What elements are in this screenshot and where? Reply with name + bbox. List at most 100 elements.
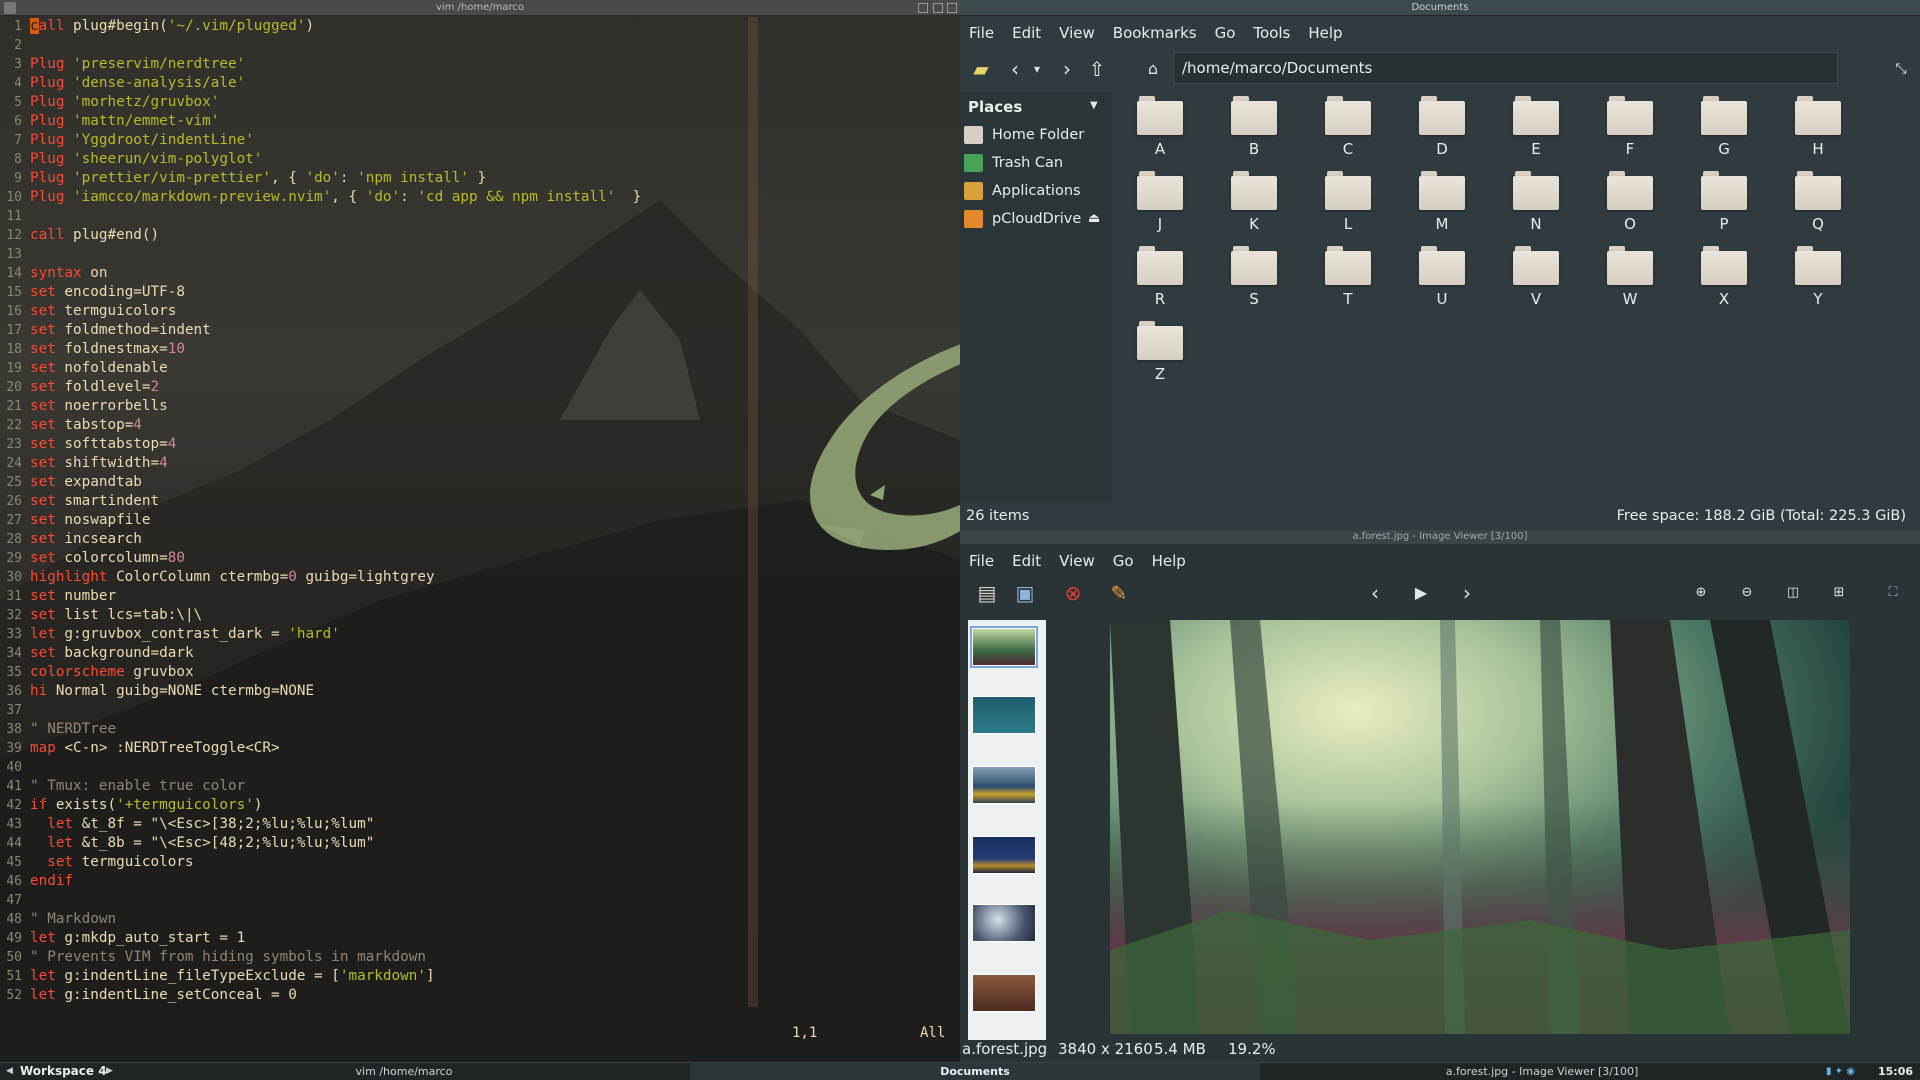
- folder-item[interactable]: V: [1501, 246, 1571, 318]
- folder-item[interactable]: O: [1595, 171, 1665, 243]
- clock[interactable]: 15:06: [1878, 1063, 1913, 1080]
- zoom-in-icon[interactable]: ⊕: [1688, 580, 1714, 606]
- line-text: Plug 'mattn/emmet-vim': [30, 113, 220, 129]
- menu-file[interactable]: File: [960, 20, 1003, 46]
- zoom-out-icon[interactable]: ⊖: [1734, 580, 1760, 606]
- forward-icon[interactable]: ›: [1054, 56, 1080, 82]
- new-folder-icon[interactable]: ▰: [968, 56, 994, 82]
- task-vim[interactable]: vim /home/marco: [124, 1063, 684, 1080]
- menu-help[interactable]: Help: [1143, 548, 1195, 574]
- places-header[interactable]: Places: [968, 98, 1022, 116]
- folder-item[interactable]: Y: [1783, 246, 1853, 318]
- expand-icon[interactable]: ⤡: [1888, 56, 1914, 82]
- folder-item[interactable]: J: [1125, 171, 1195, 243]
- folder-item[interactable]: B: [1219, 96, 1289, 168]
- thumbnail[interactable]: [970, 626, 1038, 668]
- folder-item[interactable]: R: [1125, 246, 1195, 318]
- folder-item[interactable]: A: [1125, 96, 1195, 168]
- menu-tools[interactable]: Tools: [1244, 20, 1299, 46]
- folder-icon: [1419, 96, 1465, 136]
- menu-view[interactable]: View: [1050, 548, 1104, 574]
- previous-icon[interactable]: ‹: [1362, 580, 1388, 606]
- task-image-viewer[interactable]: a.forest.jpg - Image Viewer [3/100]: [1262, 1063, 1822, 1080]
- folder-item[interactable]: W: [1595, 246, 1665, 318]
- place-applications[interactable]: Applications: [964, 178, 1109, 204]
- folder-item[interactable]: H: [1783, 96, 1853, 168]
- up-icon[interactable]: ⇧: [1084, 56, 1110, 82]
- workspace-prev-icon[interactable]: ◀: [6, 1063, 13, 1080]
- displayed-image[interactable]: [1110, 620, 1850, 1034]
- save-icon[interactable]: ▣: [1012, 580, 1038, 606]
- fullscreen-icon[interactable]: ⛶: [1880, 580, 1906, 606]
- line-text: set nofoldenable: [30, 360, 168, 376]
- folder-item[interactable]: D: [1407, 96, 1477, 168]
- menu-bookmarks[interactable]: Bookmarks: [1104, 20, 1206, 46]
- folder-item[interactable]: U: [1407, 246, 1477, 318]
- folder-item[interactable]: T: [1313, 246, 1383, 318]
- folder-item[interactable]: M: [1407, 171, 1477, 243]
- file-manager-window[interactable]: Documents File Edit View Bookmarks Go To…: [960, 0, 1920, 530]
- menu-view[interactable]: View: [1050, 20, 1104, 46]
- folder-item[interactable]: G: [1689, 96, 1759, 168]
- folder-item[interactable]: E: [1501, 96, 1571, 168]
- line-number: 12: [6, 228, 22, 243]
- maximize-icon[interactable]: [933, 3, 943, 13]
- path-bar[interactable]: /home/marco/Documents: [1173, 52, 1838, 84]
- folder-item[interactable]: N: [1501, 171, 1571, 243]
- place-trash-can[interactable]: Trash Can: [964, 150, 1109, 176]
- folder-item[interactable]: P: [1689, 171, 1759, 243]
- thumbnail[interactable]: [972, 766, 1036, 804]
- vim-titlebar[interactable]: vim /home/marco: [0, 0, 960, 16]
- code-line: 12 call plug#end(): [0, 226, 960, 245]
- places-dropdown-icon[interactable]: ▼: [1090, 100, 1098, 111]
- delete-icon[interactable]: ⊗: [1060, 580, 1086, 606]
- folder-item[interactable]: C: [1313, 96, 1383, 168]
- file-manager-titlebar[interactable]: Documents: [960, 0, 1920, 16]
- zoom-original-icon[interactable]: ⊞: [1826, 580, 1852, 606]
- history-dropdown-icon[interactable]: ▾: [1024, 56, 1050, 82]
- slideshow-icon[interactable]: ▶: [1408, 580, 1434, 606]
- open-icon[interactable]: ▤: [974, 580, 1000, 606]
- eject-icon[interactable]: ⏏: [1088, 206, 1100, 232]
- folder-item[interactable]: Q: [1783, 171, 1853, 243]
- line-number: 9: [14, 171, 22, 186]
- task-documents[interactable]: Documents: [690, 1063, 1260, 1080]
- menu-help[interactable]: Help: [1299, 20, 1351, 46]
- workspace-label[interactable]: Workspace 4: [20, 1063, 107, 1080]
- menu-file[interactable]: File: [960, 548, 1003, 574]
- line-number: 50: [6, 950, 22, 965]
- folder-item[interactable]: S: [1219, 246, 1289, 318]
- thumbnail[interactable]: [972, 836, 1036, 874]
- close-icon[interactable]: [947, 3, 957, 13]
- thumbnail-strip[interactable]: [968, 620, 1046, 1040]
- tray-network-icon[interactable]: ▮ ✦ ◉: [1826, 1063, 1855, 1080]
- line-text: map <C-n> :NERDTreeToggle<CR>: [30, 740, 280, 756]
- minimize-icon[interactable]: [918, 3, 928, 13]
- edit-icon[interactable]: ✎: [1106, 580, 1132, 606]
- thumbnail[interactable]: [972, 696, 1036, 734]
- next-icon[interactable]: ›: [1454, 580, 1480, 606]
- menu-go[interactable]: Go: [1104, 548, 1143, 574]
- folder-item[interactable]: Z: [1125, 321, 1195, 393]
- zoom-fit-icon[interactable]: ◫: [1780, 580, 1806, 606]
- folder-item[interactable]: L: [1313, 171, 1383, 243]
- image-viewer-window[interactable]: a.forest.jpg - Image Viewer [3/100] File…: [960, 530, 1920, 1062]
- place-home-folder[interactable]: Home Folder: [964, 122, 1109, 148]
- folder-item[interactable]: F: [1595, 96, 1665, 168]
- folder-item[interactable]: K: [1219, 171, 1289, 243]
- window-menu-icon[interactable]: [4, 2, 16, 14]
- line-number: 5: [14, 95, 22, 110]
- menu-edit[interactable]: Edit: [1003, 20, 1050, 46]
- thumbnail[interactable]: [972, 904, 1036, 942]
- workspace-next-icon[interactable]: ▶: [106, 1063, 113, 1080]
- folder-item[interactable]: X: [1689, 246, 1759, 318]
- menu-go[interactable]: Go: [1206, 20, 1245, 46]
- line-text: highlight ColorColumn ctermbg=0 guibg=li…: [30, 569, 435, 585]
- code-line: 5 Plug 'morhetz/gruvbox': [0, 93, 960, 112]
- image-viewer-titlebar[interactable]: a.forest.jpg - Image Viewer [3/100]: [960, 530, 1920, 544]
- home-icon[interactable]: ⌂: [1140, 56, 1166, 82]
- thumbnail[interactable]: [972, 974, 1036, 1012]
- menu-edit[interactable]: Edit: [1003, 548, 1050, 574]
- line-text: set expandtab: [30, 474, 142, 490]
- place-pclouddrive[interactable]: pCloudDrive ⏏: [964, 206, 1109, 232]
